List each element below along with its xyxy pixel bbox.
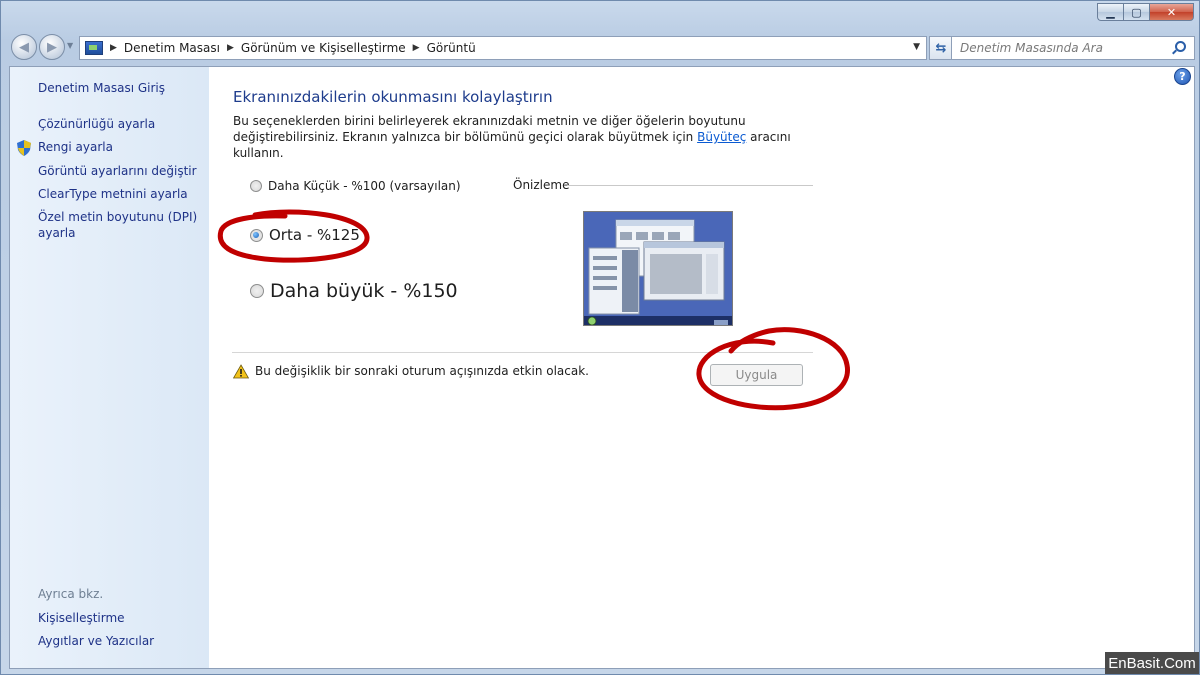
section-divider [232,352,813,353]
recent-pages-dropdown[interactable]: ▼ [67,41,73,50]
sidebar-item-cleartype[interactable]: ClearType metnini ayarla [38,186,188,202]
site-watermark: EnBasit.Com [1105,652,1199,674]
preview-label: Önizleme [513,178,570,192]
navigation-bar: ◀ ▶ ▼ ▶ Denetim Masası ▶ Görünüm ve Kişi… [9,33,1195,61]
search-icon[interactable] [1175,41,1186,52]
back-arrow-icon: ◀ [19,39,29,55]
refresh-button[interactable]: ⇆ [929,36,953,60]
option-smaller-label: Daha Küçük - %100 (varsayılan) [268,179,461,193]
forward-button[interactable]: ▶ [39,34,65,60]
see-also-personalization[interactable]: Kişiselleştirme [38,610,125,626]
sidebar-home-link[interactable]: Denetim Masası Giriş [38,80,165,96]
apply-button[interactable]: Uygula [710,364,803,386]
address-bar[interactable]: ▶ Denetim Masası ▶ Görünüm ve Kişiselleş… [79,36,927,60]
preview-windows-illustration [584,212,732,325]
caption-buttons: ▁ ▢ ✕ [1097,3,1194,21]
sidebar-item-resolution[interactable]: Çözünürlüğü ayarla [38,116,155,132]
breadcrumb-separator-icon[interactable]: ▶ [110,43,117,53]
help-icon[interactable]: ? [1174,68,1191,85]
breadcrumb-control-panel[interactable]: Denetim Masası [124,41,220,55]
option-larger[interactable]: Daha büyük - %150 [250,280,458,302]
refresh-icon: ⇆ [935,40,947,56]
breadcrumb-appearance[interactable]: Görünüm ve Kişiselleştirme [241,41,406,55]
forward-arrow-icon: ▶ [47,39,57,55]
logoff-warning-text: Bu değişiklik bir sonraki oturum açışını… [255,364,589,378]
search-box[interactable] [951,36,1195,60]
main-content: Ekranınızdakilerin okunmasını kolaylaştı… [232,67,1172,667]
content-frame: Denetim Masası Giriş Çözünürlüğü ayarla … [9,66,1195,669]
sidebar-item-display-settings[interactable]: Görüntü ayarlarını değiştir [38,163,197,179]
minimize-button[interactable]: ▁ [1097,3,1123,21]
search-input[interactable] [960,38,1160,58]
magnifier-link[interactable]: Büyüteç [697,130,746,144]
back-button[interactable]: ◀ [11,34,37,60]
page-description: Bu seçeneklerden birini belirleyerek ekr… [233,113,833,161]
page-title: Ekranınızdakilerin okunmasını kolaylaştı… [233,88,553,106]
preview-divider [567,185,813,186]
option-smaller[interactable]: Daha Küçük - %100 (varsayılan) [250,179,461,193]
task-pane: Denetim Masası Giriş Çözünürlüğü ayarla … [10,67,209,668]
radio-larger[interactable] [250,284,264,298]
address-dropdown-icon[interactable]: ▼ [913,42,920,52]
see-also-heading: Ayrıca bkz. [38,587,104,601]
radio-smaller[interactable] [250,180,262,192]
radio-medium[interactable] [250,228,263,242]
see-also-devices-printers[interactable]: Aygıtlar ve Yazıcılar [38,633,154,649]
sidebar-item-custom-dpi[interactable]: Özel metin boyutunu (DPI) ayarla [38,209,198,241]
preview-image [583,211,733,326]
breadcrumb-separator-icon[interactable]: ▶ [413,43,420,53]
option-larger-label: Daha büyük - %150 [270,280,458,302]
maximize-button[interactable]: ▢ [1123,3,1149,21]
breadcrumb-display[interactable]: Görüntü [427,41,476,55]
sidebar-item-color[interactable]: Rengi ayarla [38,139,113,155]
option-medium-label: Orta - %125 [269,226,360,244]
option-medium[interactable]: Orta - %125 [250,226,360,244]
control-panel-window: ▁ ▢ ✕ ◀ ▶ ▼ ▶ Denetim Masası ▶ Görünüm v… [0,0,1200,675]
description-text: Bu seçeneklerden birini belirleyerek ekr… [233,114,746,144]
warning-icon [233,364,249,379]
breadcrumb-separator-icon[interactable]: ▶ [227,43,234,53]
control-panel-icon [85,41,103,55]
uac-shield-icon [17,140,31,156]
close-button[interactable]: ✕ [1149,3,1194,21]
